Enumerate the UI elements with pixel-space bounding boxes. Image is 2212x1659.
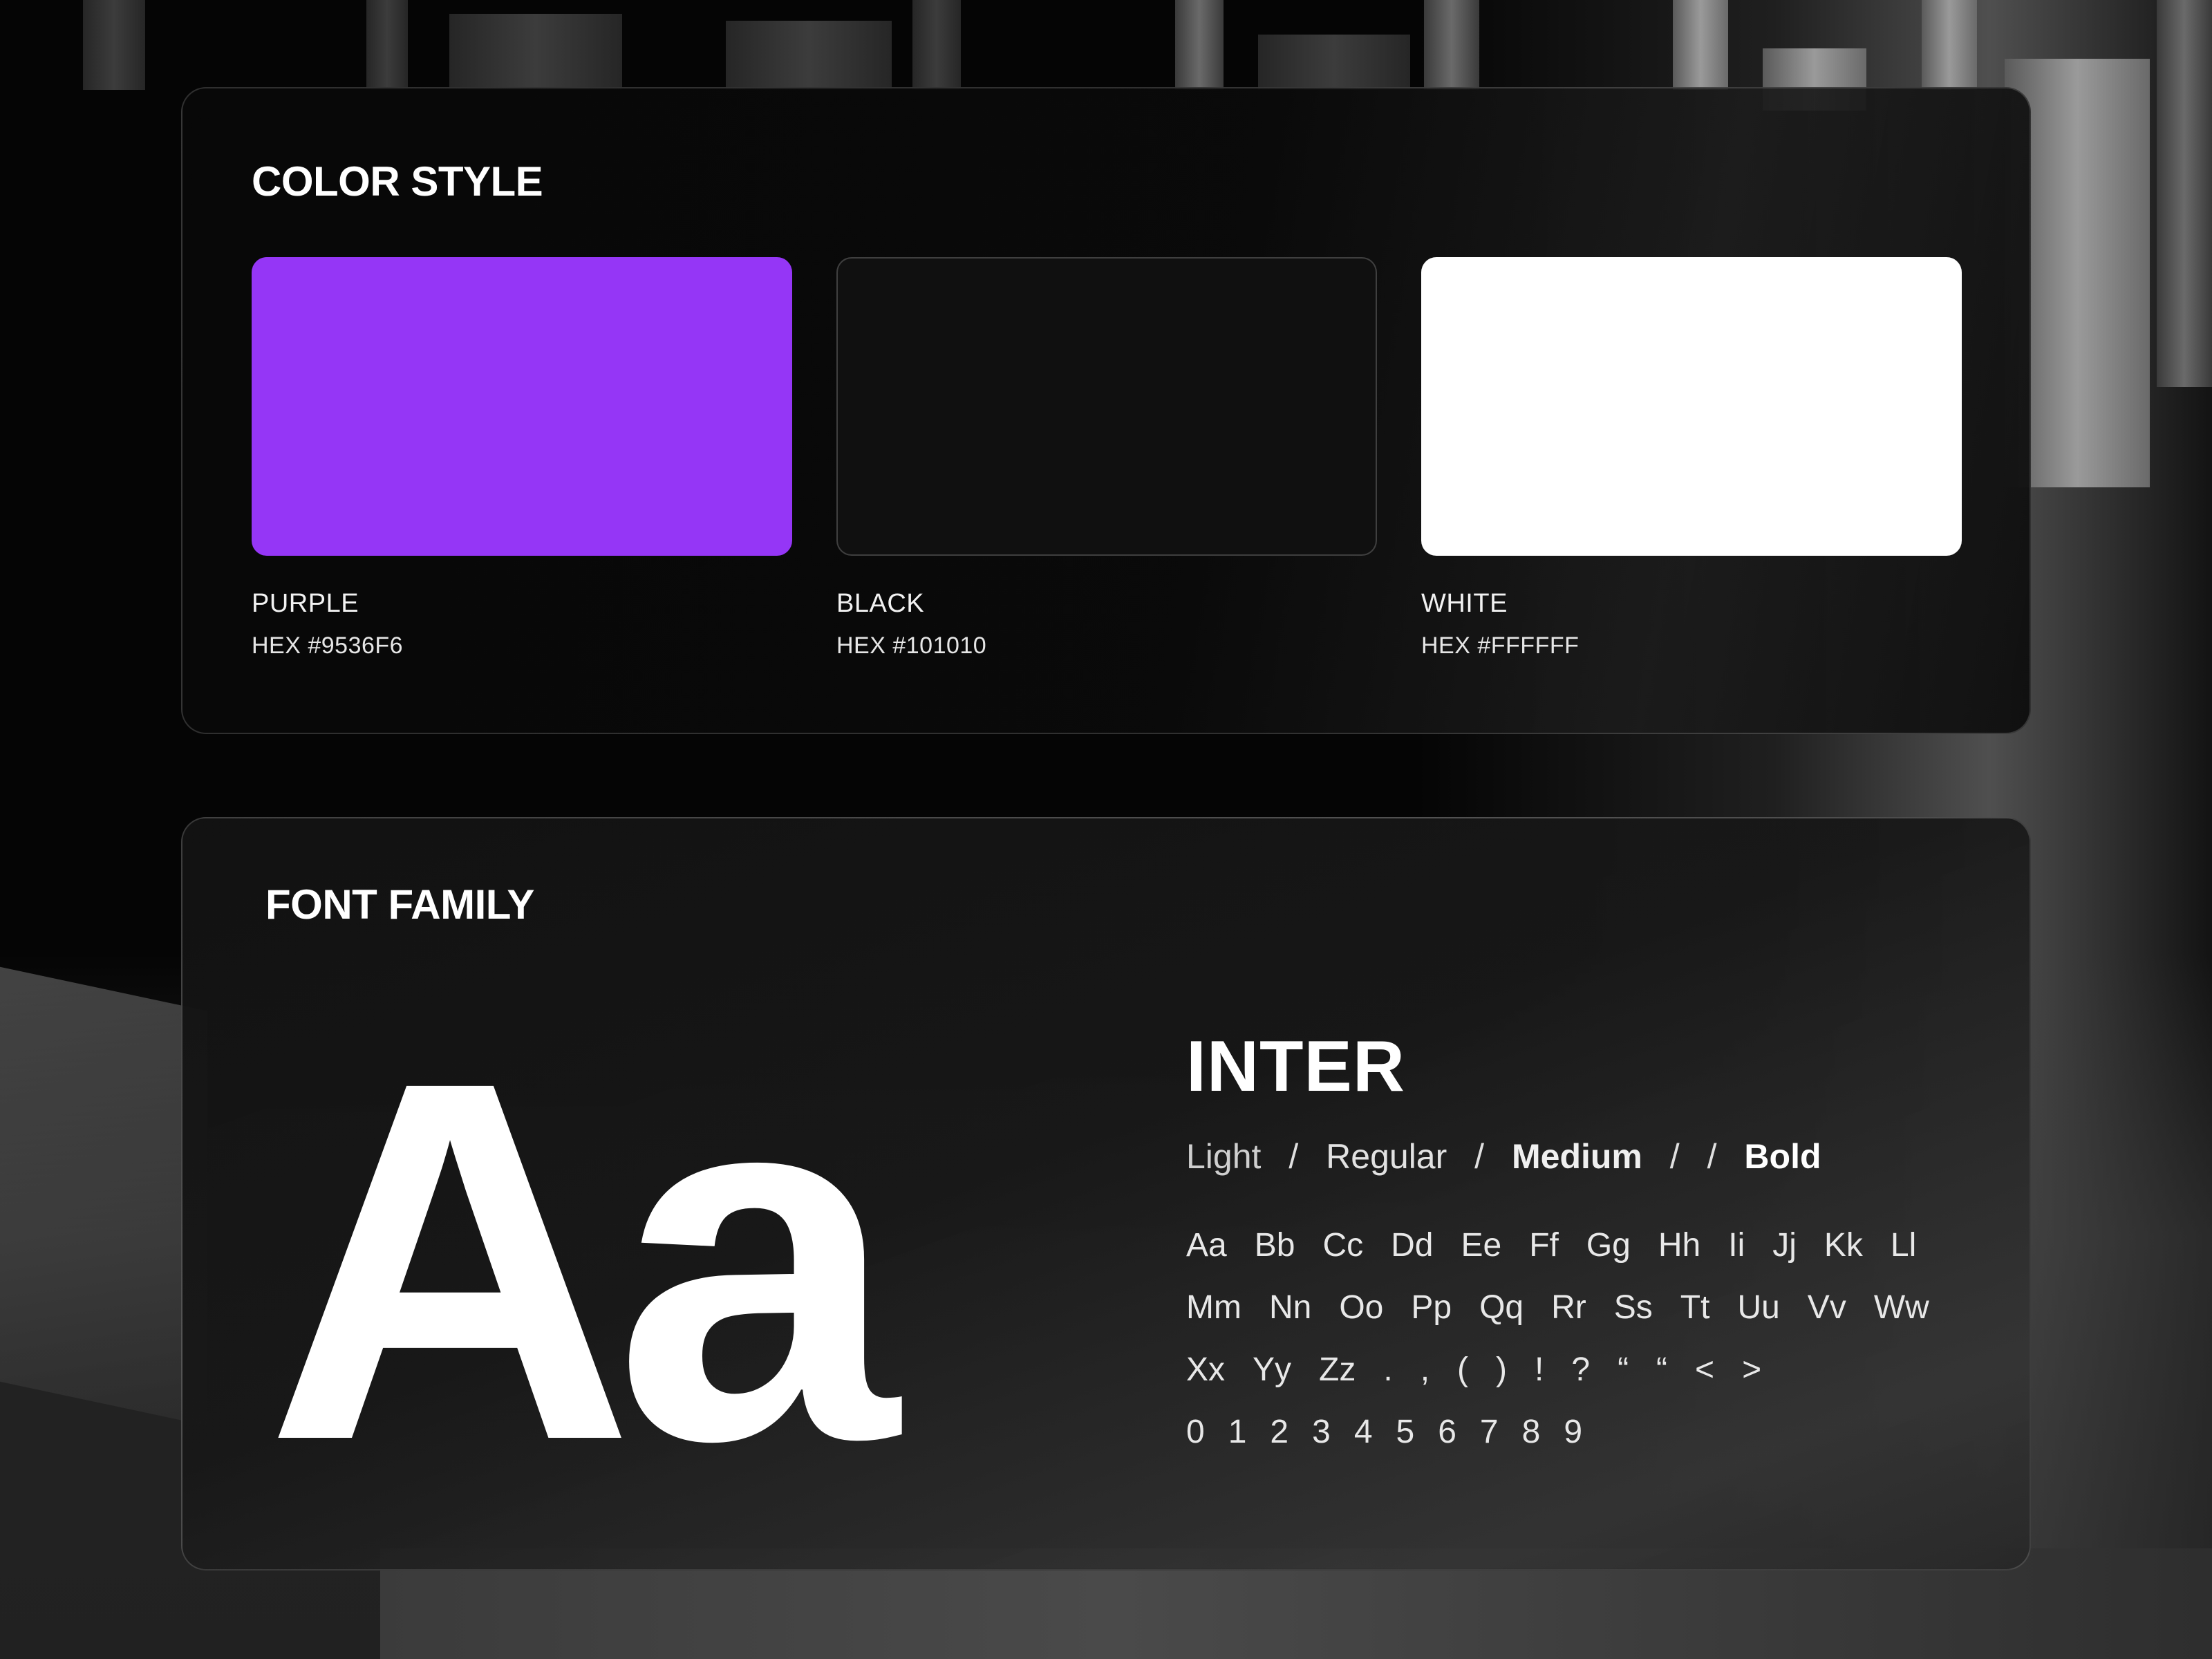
glyph-sample: Vv [1807,1289,1846,1326]
weight-separator: / [1707,1137,1717,1176]
glyph-sample: 5 [1396,1414,1415,1450]
background-pillar [449,14,622,90]
background-pillar [2157,0,2212,387]
font-specimen: Aa [265,975,899,1546]
glyph-sample: Ff [1529,1227,1559,1264]
glyph-sample: Ee [1461,1227,1502,1264]
weight-medium: Medium [1511,1137,1642,1176]
purple-swatch-label: PURPLE [252,589,359,618]
black-swatch-hex: HEX #101010 [836,632,987,659]
glyph-sample: 3 [1312,1414,1331,1450]
glyph-sample: Tt [1680,1289,1710,1326]
background-pillar [726,21,892,90]
glyph-sample: Bb [1254,1227,1295,1264]
glyph-sample: Mm [1186,1289,1241,1326]
glyph-sample: Cc [1322,1227,1364,1264]
glyph-sample: Ll [1890,1227,1917,1264]
glyph-sample: Ii [1728,1227,1745,1264]
weight-bold: Bold [1744,1137,1821,1176]
weight-separator: / [1474,1137,1485,1176]
glyph-sample: 6 [1438,1414,1456,1450]
background-pillar [1922,0,1977,90]
glyph-row-3: Xx Yy Zz., ()!? “ “ < > [1186,1351,1789,1399]
weight-regular: Regular [1326,1137,1447,1176]
color-style-panel: COLOR STYLE PURPLE HEX #9536F6 BLACK HEX… [181,87,2031,734]
weight-separator: / [1288,1137,1299,1176]
glyph-sample: < [1695,1351,1715,1388]
glyph-sample: Jj [1772,1227,1797,1264]
weight-light: Light [1186,1137,1262,1176]
glyph-sample: 1 [1228,1414,1247,1450]
glyph-sample: Kk [1824,1227,1863,1264]
black-swatch [836,257,1377,556]
glyph-sample: “ [1656,1351,1668,1388]
background-pillar [1424,0,1479,90]
weight-separator: / [1669,1137,1680,1176]
glyph-sample: 0 [1186,1414,1205,1450]
black-swatch-label: BLACK [836,589,925,618]
glyph-row-1: Aa Bb Cc Dd Ee Ff Gg Hh Ii Jj Kk Ll [1186,1226,1944,1275]
glyph-sample: Aa [1186,1227,1227,1264]
purple-swatch-hex: HEX #9536F6 [252,632,404,659]
purple-swatch [252,257,792,556]
background-pillar [83,0,145,90]
glyph-sample: Pp [1411,1289,1452,1326]
font-family-title: FONT FAMILY [265,881,534,928]
glyph-sample: Zz [1319,1351,1356,1388]
background-pillar [1175,0,1224,90]
glyph-sample: Oo [1339,1289,1384,1326]
font-weights-list: Light / Regular / Medium / / Bold [1186,1136,1839,1177]
glyph-sample: > [1742,1351,1762,1388]
glyph-sample: 2 [1270,1414,1289,1450]
glyph-sample: 4 [1353,1414,1373,1450]
background-pillar [1258,35,1410,90]
glyph-sample: Ww [1873,1289,1929,1326]
background-pillar [366,0,408,90]
glyph-sample: . [1383,1351,1393,1388]
glyph-sample: ( [1457,1351,1469,1388]
glyph-sample: Ss [1613,1289,1653,1326]
glyph-sample: Hh [1658,1227,1701,1264]
white-swatch-label: WHITE [1421,589,1508,618]
background-pillar [912,0,961,90]
glyph-sample: Xx [1186,1351,1226,1388]
glyph-sample: ? [1571,1351,1591,1388]
white-swatch-hex: HEX #FFFFFF [1421,632,1580,659]
glyph-sample: 9 [1564,1414,1583,1450]
glyph-sample: ) [1496,1351,1508,1388]
background-pillar [1673,0,1728,90]
glyph-sample: Dd [1391,1227,1434,1264]
white-swatch [1421,257,1962,556]
font-family-panel: FONT FAMILY Aa INTER Light / Regular / M… [181,817,2031,1571]
glyph-sample: Nn [1268,1289,1312,1326]
glyph-row-2: Mm Nn Oo Pp Qq Rr Ss Tt Uu Vv Ww [1186,1288,1957,1337]
glyph-sample: Rr [1551,1289,1586,1326]
glyph-sample: Uu [1737,1289,1780,1326]
glyph-sample: Gg [1586,1227,1631,1264]
glyph-sample: Qq [1479,1289,1524,1326]
glyph-sample: 8 [1521,1414,1541,1450]
glyph-sample: Yy [1253,1351,1292,1388]
glyph-sample: ! [1535,1351,1544,1388]
glyph-sample: “ [1618,1351,1629,1388]
glyph-sample: , [1420,1351,1430,1388]
glyph-sample: 7 [1479,1414,1499,1450]
background-floor-plane [0,952,207,1426]
glyph-row-digits: 0123456789 [1186,1413,1606,1461]
color-style-title: COLOR STYLE [252,158,543,205]
font-name: INTER [1186,1027,1405,1107]
